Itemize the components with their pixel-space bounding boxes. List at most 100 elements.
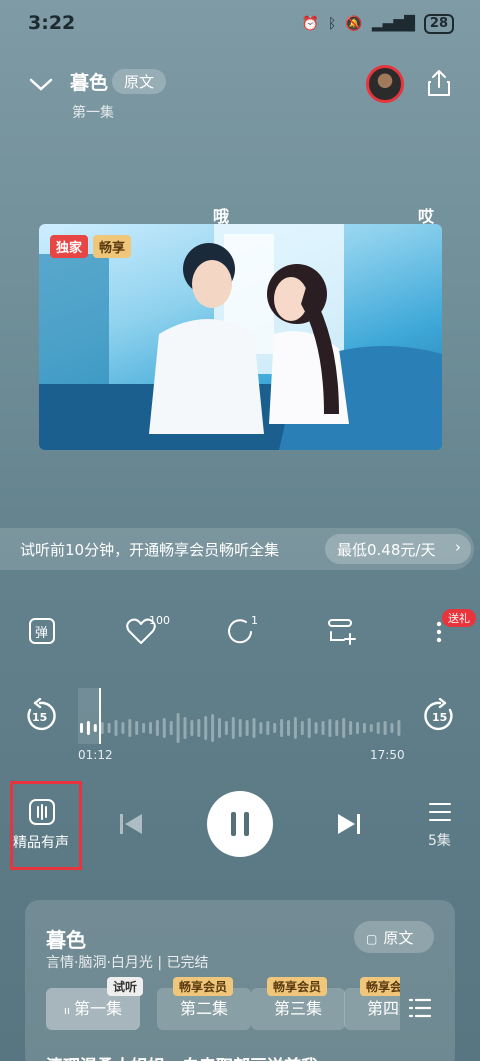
original-text-button[interactable]: 原文 xyxy=(112,69,167,94)
waveform-bar xyxy=(314,722,318,734)
episode-count: 5集 xyxy=(428,833,451,849)
price-label: 最低0.48元/天 xyxy=(337,541,436,559)
waveform-bar xyxy=(376,722,380,734)
waveform-bar xyxy=(349,721,353,735)
trial-text: 试听前10分钟，开通畅享会员畅听全集 xyxy=(20,541,280,559)
like-count: 100 xyxy=(149,614,170,627)
status-time: 3:22 xyxy=(28,12,76,34)
episode-chip-label: 第四集 xyxy=(366,999,400,1018)
waveform-bar xyxy=(190,720,194,736)
waveform-bar xyxy=(135,721,139,735)
gift-badge[interactable]: 送礼 xyxy=(442,609,476,627)
chevron-down-icon[interactable] xyxy=(28,74,54,94)
audio-waveform-scrubber[interactable] xyxy=(78,688,404,744)
waveform-bar xyxy=(287,720,290,736)
waveform-bar xyxy=(93,724,97,732)
vip-tag: 畅享会员 xyxy=(173,977,234,996)
waveform-bar xyxy=(280,719,284,737)
waveform-bar xyxy=(114,720,118,736)
waveform-bar xyxy=(390,723,394,733)
waveform-bar xyxy=(218,718,221,738)
waveform-bar xyxy=(155,720,159,736)
danmaku-icon[interactable]: 弹 xyxy=(26,614,60,648)
played-region xyxy=(78,688,100,744)
waveform-bar xyxy=(162,718,166,738)
playhead[interactable] xyxy=(99,688,101,744)
battery-indicator: 28 xyxy=(423,14,454,34)
all-episodes-icon[interactable] xyxy=(408,996,432,1020)
waveform-bar xyxy=(321,721,325,735)
skip-forward-15-icon[interactable]: 15 xyxy=(422,698,458,734)
waveform-bar xyxy=(369,724,373,732)
waveform-bar xyxy=(142,723,146,733)
waveform-bar xyxy=(176,713,180,743)
add-playlist-icon[interactable] xyxy=(324,614,358,648)
waveform-bar xyxy=(86,721,90,735)
svg-text:弹: 弹 xyxy=(35,626,48,641)
waveform-bar xyxy=(252,718,256,738)
quality-icon xyxy=(29,799,55,825)
mute-icon: 🔕 xyxy=(345,16,363,32)
episode-list-icon[interactable] xyxy=(428,800,452,824)
vip-badge: 畅享 xyxy=(93,235,132,258)
waveform-bar xyxy=(356,722,359,734)
episode-chip-label: 第三集 xyxy=(273,999,322,1018)
skip-back-value: 15 xyxy=(32,711,47,724)
waveform-bar xyxy=(224,721,228,735)
pause-button[interactable] xyxy=(207,791,273,857)
waveform-bar xyxy=(300,721,304,735)
elapsed-time: 01:12 xyxy=(78,748,113,762)
skip-back-15-icon[interactable]: 15 xyxy=(22,698,58,734)
episode-chip-label: 第一集 xyxy=(74,999,123,1018)
waveform-bar xyxy=(80,723,83,733)
status-icons: ⏰ ᛒ 🔕 ▂▄▆█ 28 xyxy=(302,14,454,34)
waveform-bar xyxy=(362,723,366,733)
waveform-bar xyxy=(245,720,249,736)
waveform-bar xyxy=(342,718,346,738)
signal-icon: ▂▄▆█ xyxy=(371,16,415,32)
vip-tag: 畅享会 xyxy=(360,977,400,996)
book-title: 暮色 xyxy=(70,72,109,94)
comment-count: 1 xyxy=(251,614,258,627)
waveform-bar xyxy=(328,719,332,737)
comment-preview-text: 清理渴柔大姐姐，白忠职部画送首我 xyxy=(46,1052,318,1061)
waveform-bar xyxy=(397,720,401,736)
waveform-bar xyxy=(273,723,277,733)
exclusive-badge: 独家 xyxy=(50,235,89,258)
episode-chip-4-clip: 第四集 畅享会 xyxy=(344,977,400,1037)
trial-tag: 试听 xyxy=(107,977,144,996)
waveform-bar xyxy=(307,718,311,738)
waveform-bar xyxy=(128,719,132,737)
previous-track-icon[interactable] xyxy=(118,811,144,837)
total-duration: 17:50 xyxy=(370,748,405,762)
alarm-icon: ⏰ xyxy=(301,16,319,32)
waveform-bar xyxy=(121,722,125,734)
playing-icon: ıı xyxy=(63,1004,71,1017)
skip-forward-value: 15 xyxy=(432,711,447,724)
waveform-bar xyxy=(204,716,208,740)
next-track-icon[interactable] xyxy=(336,811,362,837)
waveform-bar xyxy=(231,717,235,739)
book-icon: ▢ xyxy=(366,932,378,946)
avatar[interactable] xyxy=(366,65,404,103)
bluetooth-icon: ᛒ xyxy=(327,16,337,32)
chevron-right-icon: › xyxy=(455,538,461,556)
card-title: 暮色 xyxy=(46,928,86,952)
waveform-bar xyxy=(259,722,263,734)
waveform-bar xyxy=(238,719,242,737)
waveform-bar xyxy=(100,722,104,734)
episode-label: 第一集 xyxy=(72,105,114,121)
vip-tag: 畅享会员 xyxy=(267,977,328,996)
card-original-button[interactable]: ▢ 原文 xyxy=(354,921,434,953)
waveform-bar xyxy=(293,717,297,739)
episode-chip-label: 第二集 xyxy=(179,999,228,1018)
waveform-bar xyxy=(197,719,201,737)
waveform-bar xyxy=(211,714,215,742)
share-icon[interactable] xyxy=(425,68,453,98)
waveform-bar xyxy=(383,721,387,735)
waveform-bar xyxy=(266,721,270,735)
pause-icon xyxy=(231,812,249,836)
price-button[interactable]: 最低0.48元/天 › xyxy=(325,534,471,564)
waveform-bar xyxy=(107,723,111,733)
card-original-label: 原文 xyxy=(383,929,414,947)
